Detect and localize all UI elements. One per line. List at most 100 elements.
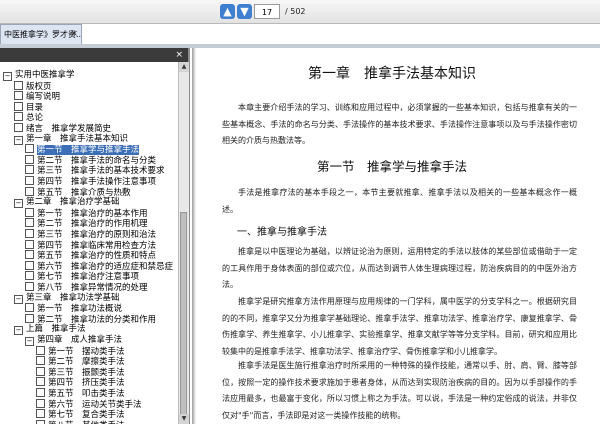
tree-bookmark-item[interactable]: 第七节 推拿治疗注意事项 bbox=[25, 271, 139, 282]
tree-item-label: 总论 bbox=[26, 113, 44, 124]
bookmark-icon bbox=[25, 144, 34, 154]
tree-bookmark-item[interactable]: 第五节 推拿介质与热敷 bbox=[25, 186, 131, 198]
tree-item-label: 第一节 推拿治疗的基本作用 bbox=[37, 208, 148, 219]
tree-bookmark-item[interactable]: 第八节 推拿异常情况的处理 bbox=[25, 282, 148, 293]
tree-folder-item[interactable]: − 第二章 推拿治疗学基础 bbox=[14, 197, 120, 209]
collapse-toggle-icon[interactable]: − bbox=[14, 135, 23, 145]
bookmark-icon bbox=[25, 271, 34, 281]
tree-item-label: 第一节 推拿学与推拿手法 bbox=[37, 145, 140, 156]
tree-bookmark-item[interactable]: 总论 bbox=[14, 112, 43, 123]
tree-item-label: 第六节 运动关节类手法 bbox=[48, 399, 142, 410]
tree-bookmark-item[interactable]: 第三节 推拿手法的基本技术要求 bbox=[25, 165, 165, 176]
tree-bookmark-item[interactable]: 目录 bbox=[14, 101, 43, 113]
tree-bookmark-item[interactable]: 第八节 其他类手法 bbox=[36, 419, 125, 424]
bookmark-icon bbox=[25, 186, 34, 196]
tree-item-label: 第四章 成人推拿手法 bbox=[37, 335, 123, 345]
bookmark-icon bbox=[25, 303, 34, 313]
close-icon[interactable]: × bbox=[70, 25, 78, 44]
section-intro: 手法是推拿疗法的基本手段之一，本节主要就推拿、推拿手法以及相关的一些基本概念作一… bbox=[222, 188, 577, 214]
tree-item-label: 版权页 bbox=[26, 81, 52, 92]
tree-bookmark-item[interactable]: 第五节 推拿治疗的性质和特点 bbox=[25, 250, 156, 261]
paragraph-3: 推拿手法是医生施行推拿治疗时所采用的一种特殊的操作技能，通常以手、肘、肩、臂、膝… bbox=[222, 361, 577, 420]
arrow-up-icon[interactable]: ▲ bbox=[220, 4, 235, 19]
bookmark-icon bbox=[25, 218, 34, 228]
scroll-down-icon[interactable]: ▼ bbox=[179, 414, 189, 424]
tree-bookmark-item[interactable]: 第一节 推拿治疗的基本作用 bbox=[25, 207, 148, 219]
tree-bookmark-item[interactable]: 第一节 推拿学与推拿手法 bbox=[25, 144, 140, 156]
tree-bookmark-item[interactable]: 绪言 推拿学发展简史 bbox=[14, 123, 111, 134]
bookmark-icon bbox=[36, 388, 45, 397]
bookmark-icon bbox=[36, 409, 45, 419]
arrow-down-icon[interactable]: ▼ bbox=[237, 4, 252, 19]
document-tab[interactable]: 中医推拿学》罗才贵... × bbox=[0, 24, 82, 44]
tree-item-label: 第三节 振颤类手法 bbox=[48, 367, 125, 378]
page-number-input[interactable]: 17 bbox=[254, 4, 280, 19]
scroll-up-icon[interactable]: ▲ bbox=[179, 62, 189, 72]
tree-bookmark-item[interactable]: 编写说明 bbox=[14, 91, 60, 102]
bookmark-icon bbox=[36, 398, 45, 408]
tree-bookmark-item[interactable]: 第七节 复合类手法 bbox=[36, 409, 125, 420]
collapse-toggle-icon[interactable]: − bbox=[14, 294, 23, 304]
tree-folder-item[interactable]: − 上篇 推拿手法 bbox=[14, 324, 86, 336]
sidebar-header: × bbox=[0, 48, 188, 62]
tree-item-label: 第二节 推拿手法的命名与分类 bbox=[37, 155, 157, 166]
bookmark-icon bbox=[36, 419, 45, 424]
tree-item-label: 第四节 推拿手法操作注意事项 bbox=[37, 177, 157, 187]
tree-item-label: 第一节 推拿功法概说 bbox=[37, 304, 123, 315]
tree-bookmark-item[interactable]: 第六节 运动关节类手法 bbox=[36, 398, 142, 410]
tree-item-label: 绪言 推拿学发展简史 bbox=[26, 124, 112, 134]
page-total: / 502 bbox=[285, 7, 306, 16]
tree-item-label: 第二节 摩擦类手法 bbox=[48, 357, 125, 368]
tree-bookmark-item[interactable]: 第三节 振颤类手法 bbox=[36, 366, 125, 378]
tree-bookmark-item[interactable]: 第二节 摩擦类手法 bbox=[36, 356, 125, 367]
tree-folder-item[interactable]: − 第四章 成人推拿手法 bbox=[25, 335, 122, 346]
tree-item-label: 第四节 推拿临床常用检查方法 bbox=[37, 240, 157, 251]
tree-item-label: 第二节 推拿治疗的作用机理 bbox=[37, 219, 148, 230]
bookmark-icon bbox=[25, 260, 34, 270]
close-sidebar-icon[interactable]: × bbox=[175, 49, 183, 61]
tree-bookmark-item[interactable]: 第四节 挤压类手法 bbox=[36, 377, 125, 388]
bookmark-icon bbox=[14, 123, 23, 132]
tree-item-label: 第三章 推拿功法学基础 bbox=[26, 292, 120, 303]
document-page: 第一章 推拿手法基本知识 本章主要介绍手法的学习、训练和应用过程中，必须掌握的一… bbox=[192, 48, 600, 424]
chapter-intro: 本章主要介绍手法的学习、训练和应用过程中，必须掌握的一些基本知识，包括与推拿有关… bbox=[222, 103, 577, 145]
bookmark-tree: − 实用中医推拿学 版权页 编写说明 目录 总论 绪言 推拿学发展简史 − 第一章 推拿手法基本… bbox=[0, 62, 178, 424]
toolbar: ▲ ▼ 17 / 502 bbox=[0, 0, 600, 24]
sidebar-scrollbar[interactable]: ▲ ▼ bbox=[178, 62, 189, 424]
tree-item-label: 第五节 推拿治疗的性质和特点 bbox=[37, 251, 157, 262]
collapse-toggle-icon[interactable]: − bbox=[25, 337, 34, 346]
bookmark-icon bbox=[25, 176, 34, 185]
tree-bookmark-item[interactable]: 第六节 推拿治疗的适应症和禁忌症 bbox=[25, 260, 173, 272]
collapse-toggle-icon[interactable]: − bbox=[14, 199, 23, 209]
tree-item-label: 第五节 叩击类手法 bbox=[48, 389, 125, 399]
tree-bookmark-item[interactable]: 第三节 推拿治疗的原则和治法 bbox=[25, 229, 156, 240]
bookmark-icon bbox=[25, 154, 34, 164]
tree-item-label: 第一节 摆动类手法 bbox=[48, 346, 125, 357]
tree-folder-item[interactable]: − 实用中医推拿学 bbox=[3, 70, 75, 81]
bookmarks-sidebar: × − 实用中医推拿学 版权页 编写说明 目录 总论 绪言 推拿学发展简史 − 第一章 推拿手法… bbox=[0, 48, 190, 424]
tree-bookmark-item[interactable]: 第一节 推拿功法概说 bbox=[25, 303, 122, 314]
tree-item-label: 第四节 挤压类手法 bbox=[48, 378, 125, 389]
bookmark-icon bbox=[25, 165, 34, 175]
subheading: 一、推拿与推拿手法 bbox=[237, 227, 327, 238]
scroll-thumb[interactable] bbox=[180, 212, 187, 422]
bookmark-icon bbox=[25, 250, 34, 260]
tree-folder-item[interactable]: − 第一章 推拿手法基本知识 bbox=[14, 134, 128, 145]
bookmark-icon bbox=[25, 239, 34, 249]
paragraph-1: 推拿是以中医理论为基础，以辨证论治为原则，运用特定的手法以肢体的某些部位或借助于… bbox=[222, 247, 577, 289]
tree-bookmark-item[interactable]: 第一节 摆动类手法 bbox=[36, 345, 125, 357]
tree-bookmark-item[interactable]: 第二节 推拿治疗的作用机理 bbox=[25, 218, 148, 229]
tree-bookmark-item[interactable]: 版权页 bbox=[14, 80, 52, 92]
tree-bookmark-item[interactable]: 第四节 推拿手法操作注意事项 bbox=[25, 176, 156, 187]
tree-item-label: 上篇 推拿手法 bbox=[26, 324, 86, 335]
tree-bookmark-item[interactable]: 第五节 叩击类手法 bbox=[36, 388, 125, 399]
tree-item-label: 第一章 推拿手法基本知识 bbox=[26, 133, 129, 144]
collapse-toggle-icon[interactable]: − bbox=[3, 72, 12, 81]
bookmark-icon bbox=[25, 313, 34, 323]
bookmark-icon bbox=[25, 207, 34, 217]
collapse-toggle-icon[interactable]: − bbox=[14, 326, 23, 336]
tree-bookmark-item[interactable]: 第二节 推拿手法的命名与分类 bbox=[25, 154, 157, 166]
tree-bookmark-item[interactable]: 第四节 推拿临床常用检查方法 bbox=[25, 239, 157, 251]
tree-folder-item[interactable]: − 第三章 推拿功法学基础 bbox=[14, 293, 120, 304]
tree-item-label: 第八节 推拿异常情况的处理 bbox=[37, 283, 148, 293]
